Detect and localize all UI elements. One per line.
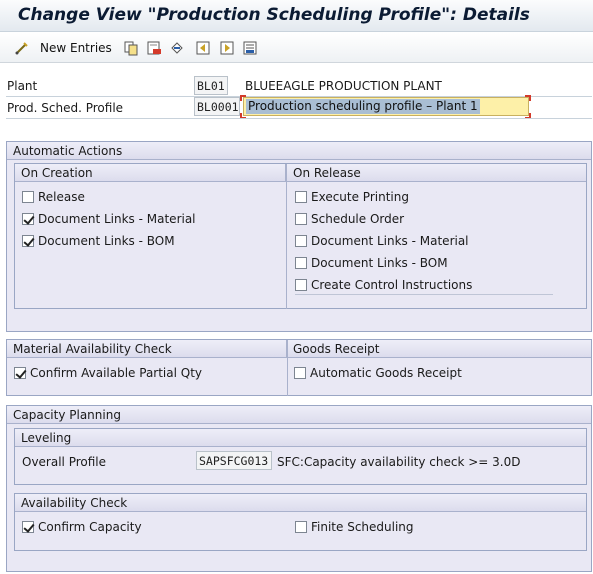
automatic-actions-group: Automatic Actions On Creation On Release… <box>6 141 592 332</box>
copy-as-icon[interactable] <box>123 39 139 57</box>
checkbox-box[interactable] <box>22 521 34 533</box>
availability-check-title: Availability Check <box>15 494 586 512</box>
title-bar: Change View "Production Scheduling Profi… <box>0 0 593 32</box>
availability-goods-group: Material Availability Check Goods Receip… <box>6 339 592 396</box>
execute-printing-checkbox[interactable]: Execute Printing <box>295 190 409 204</box>
release-doc-links-bom-checkbox[interactable]: Document Links - BOM <box>295 256 448 270</box>
checkbox-box[interactable] <box>22 191 34 203</box>
page-title: Change View "Production Scheduling Profi… <box>18 5 530 25</box>
plant-description: BLUEEAGLE PRODUCTION PLANT <box>245 79 442 93</box>
release-doc-links-bom-label: Document Links - BOM <box>311 256 448 270</box>
availability-check-panel: Availability Check Confirm Capacity Fini… <box>14 493 587 551</box>
automatic-goods-receipt-checkbox[interactable]: Automatic Goods Receipt <box>294 366 462 380</box>
automatic-goods-receipt-label: Automatic Goods Receipt <box>310 366 462 380</box>
delete-icon[interactable] <box>146 39 162 57</box>
leveling-title: Leveling <box>15 429 586 447</box>
profile-field: BL0001 <box>194 97 240 116</box>
checkbox-box[interactable] <box>295 257 307 269</box>
finite-scheduling-checkbox[interactable]: Finite Scheduling <box>295 520 414 534</box>
overall-profile-description: SFC:Capacity availability check >= 3.0D <box>277 455 521 469</box>
new-entries-button[interactable]: New Entries <box>14 39 112 57</box>
release-doc-links-material-label: Document Links - Material <box>311 234 469 248</box>
checkbox-box[interactable] <box>295 213 307 225</box>
confirm-capacity-checkbox[interactable]: Confirm Capacity <box>22 520 142 534</box>
focus-corner <box>240 95 246 101</box>
checkbox-box[interactable] <box>295 235 307 247</box>
plant-field: BL01 <box>194 76 228 95</box>
next-entry-icon[interactable] <box>219 39 235 57</box>
checkbox-box[interactable] <box>22 235 34 247</box>
checkbox-box[interactable] <box>295 279 307 291</box>
automatic-actions-panel: On Creation On Release Release Document … <box>14 163 587 309</box>
finite-scheduling-label: Finite Scheduling <box>311 520 414 534</box>
release-label: Release <box>38 190 85 204</box>
creation-doc-links-bom-label: Document Links - BOM <box>38 234 175 248</box>
focus-corner <box>525 95 531 101</box>
new-entries-icon <box>14 40 30 56</box>
profile-label: Prod. Sched. Profile <box>7 101 124 115</box>
material-availability-title: Material Availability Check <box>7 340 287 358</box>
create-control-instructions-label: Create Control Instructions <box>311 278 473 292</box>
overall-profile-label: Overall Profile <box>22 455 107 469</box>
confirm-partial-qty-label: Confirm Available Partial Qty <box>30 366 203 380</box>
creation-doc-links-bom-checkbox[interactable]: Document Links - BOM <box>22 234 175 248</box>
previous-entry-icon[interactable] <box>195 39 211 57</box>
column-divider <box>287 340 288 396</box>
create-control-instructions-checkbox[interactable]: Create Control Instructions <box>295 278 472 292</box>
undo-change-icon[interactable] <box>169 39 185 57</box>
schedule-order-checkbox[interactable]: Schedule Order <box>295 212 404 226</box>
schedule-order-label: Schedule Order <box>311 212 405 226</box>
leveling-panel: Leveling Overall Profile SAPSFCG013 SFC:… <box>14 428 587 485</box>
checkbox-box[interactable] <box>294 367 306 379</box>
divider <box>295 294 553 295</box>
profile-description-input[interactable]: Production scheduling profile – Plant 1 <box>243 97 529 116</box>
plant-label: Plant <box>7 79 38 93</box>
checkbox-box[interactable] <box>22 213 34 225</box>
checkbox-box[interactable] <box>295 521 307 533</box>
creation-doc-links-material-checkbox[interactable]: Document Links - Material <box>22 212 196 226</box>
checkbox-box[interactable] <box>14 367 26 379</box>
release-checkbox[interactable]: Release <box>22 190 85 204</box>
goods-receipt-title: Goods Receipt <box>287 340 591 358</box>
release-doc-links-material-checkbox[interactable]: Document Links - Material <box>295 234 469 248</box>
column-divider <box>286 164 287 309</box>
execute-printing-label: Execute Printing <box>311 190 409 204</box>
creation-doc-links-material-label: Document Links - Material <box>38 212 196 226</box>
select-block-icon[interactable] <box>242 39 258 57</box>
automatic-actions-title: Automatic Actions <box>7 142 591 160</box>
new-entries-label: New Entries <box>40 41 112 55</box>
application-toolbar: New Entries <box>0 33 593 63</box>
capacity-planning-title: Capacity Planning <box>7 406 591 424</box>
divider <box>6 118 592 119</box>
on-creation-title: On Creation <box>15 164 286 182</box>
overall-profile-field: SAPSFCG013 <box>196 451 272 470</box>
confirm-capacity-label: Confirm Capacity <box>38 520 142 534</box>
confirm-partial-qty-checkbox[interactable]: Confirm Available Partial Qty <box>14 366 202 380</box>
capacity-planning-group: Capacity Planning Leveling Overall Profi… <box>6 405 592 572</box>
on-release-title: On Release <box>287 164 586 182</box>
profile-description-text: Production scheduling profile – Plant 1 <box>246 99 480 114</box>
checkbox-box[interactable] <box>295 191 307 203</box>
